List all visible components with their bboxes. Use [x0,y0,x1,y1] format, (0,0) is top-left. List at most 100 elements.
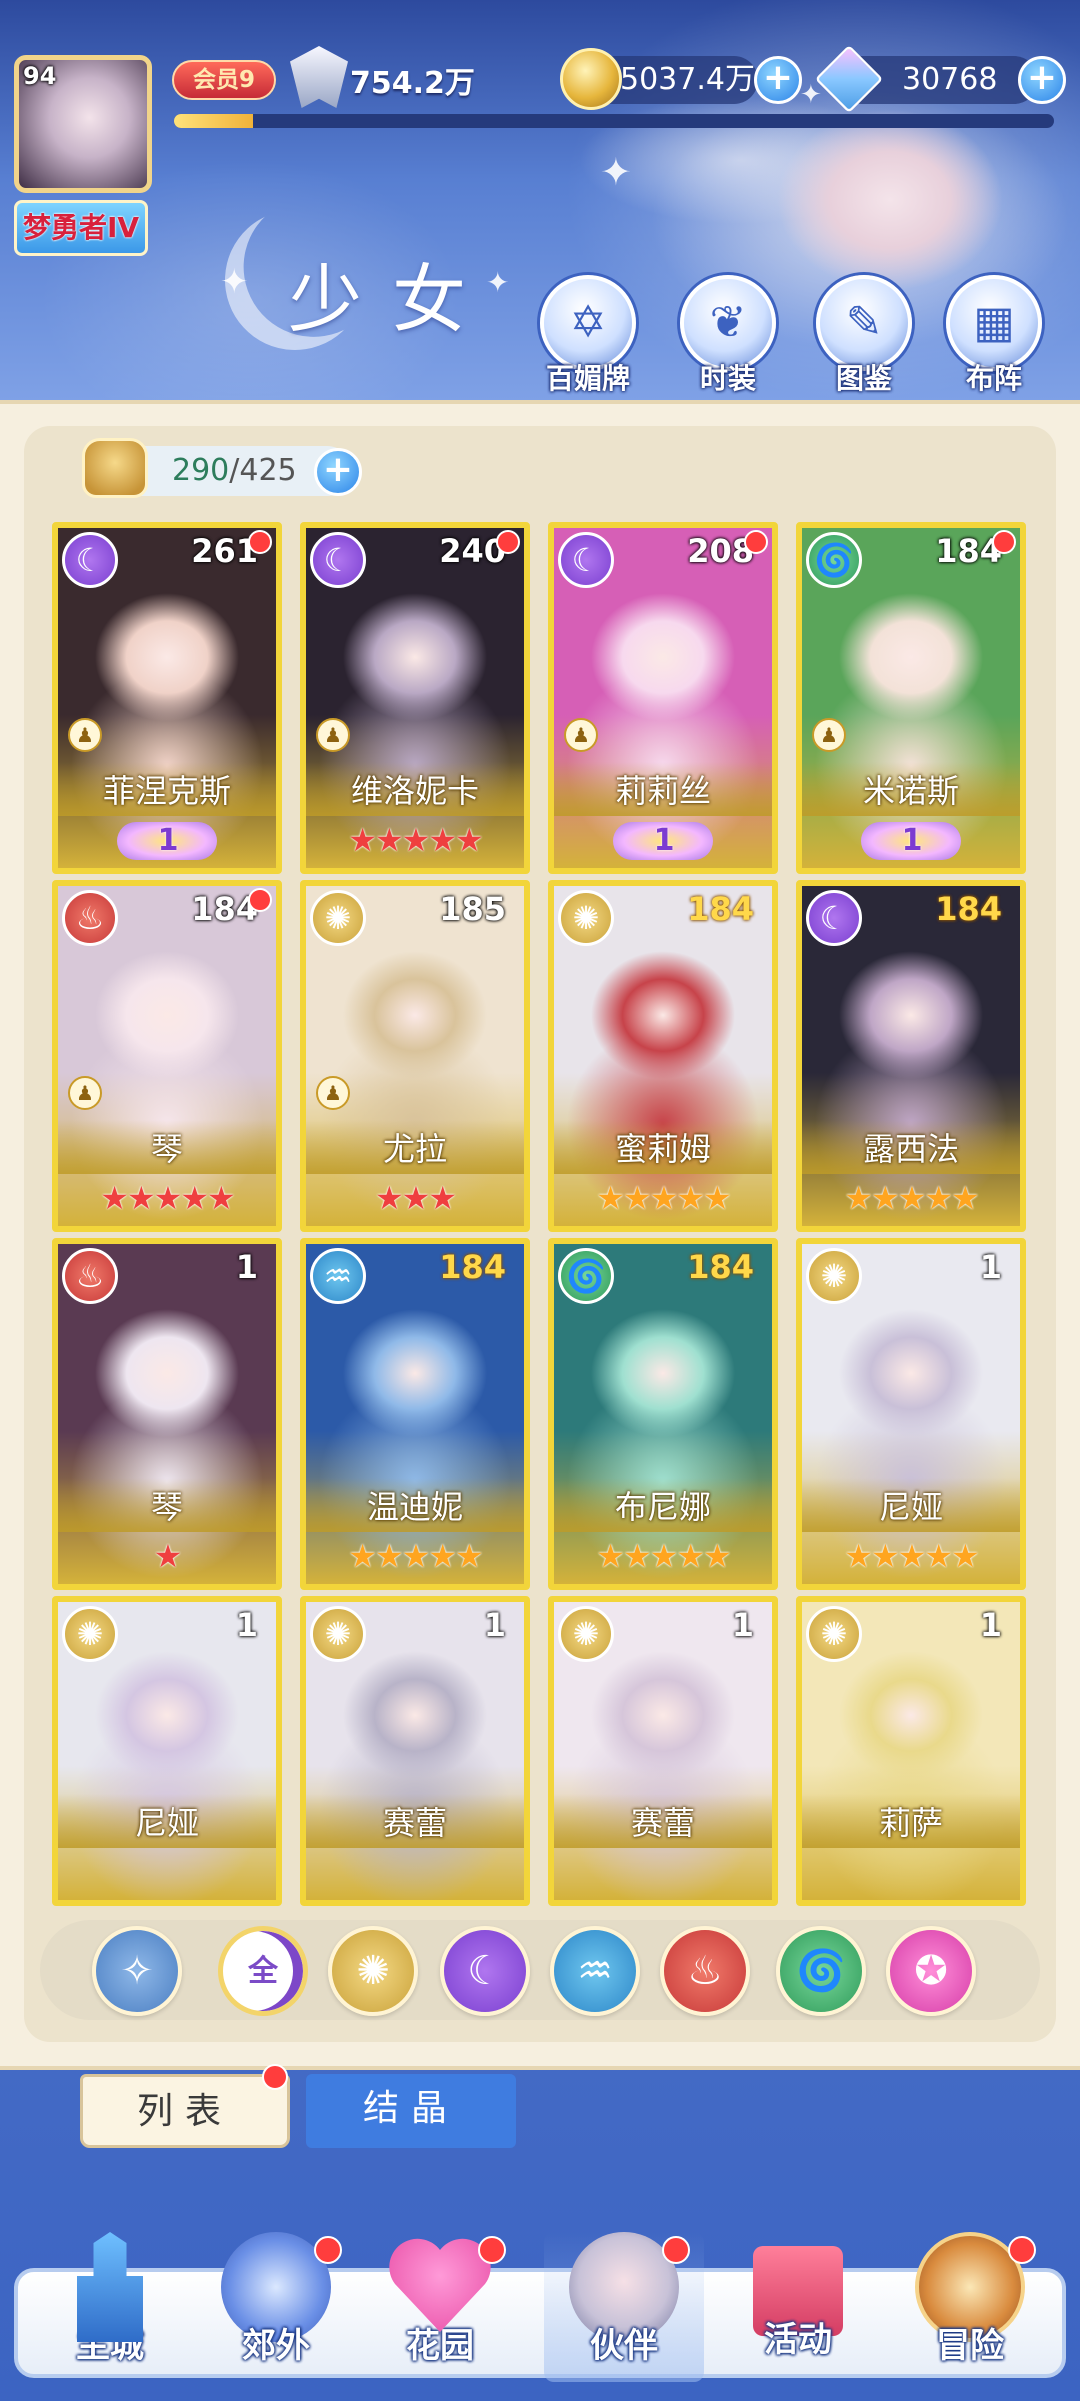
card-name: 尼娅 [134,1804,199,1842]
notification-dot [248,530,272,554]
card-name: 赛蕾 [382,1804,447,1842]
bottom-nav-heart[interactable]: 花园 [360,2232,520,2382]
card-level: 184 [439,1248,506,1286]
add-gold-button[interactable]: + [754,56,802,104]
card-name: 琴 [150,1130,183,1168]
wind-element-icon: 🌀 [558,1248,614,1304]
girl-card[interactable]: ✺ 1 赛蕾 [300,1596,530,1906]
collection-current: 290 [172,453,230,488]
header: ✦ ✦ ✦ ✦ 94 梦勇者IV 会员9 754.2万 5037.4万 + 30… [0,0,1080,400]
girl-card[interactable]: ✺ 1 尼娅 [52,1596,282,1906]
expand-collection-button[interactable]: + [314,448,362,496]
star-rating: ★★★★★ [554,1536,772,1576]
bottom-nav-label: 活动 [764,2320,832,2360]
stars: ★★★★★ [844,1537,979,1575]
sun-element-icon: ✺ [558,890,614,946]
card-name: 尼娅 [878,1488,943,1526]
sun-element-icon: ✺ [310,1606,366,1662]
filter-wind-icon[interactable]: 🌀 [776,1926,866,2016]
moon-element-icon: ☾ [558,532,614,588]
bottom-nav-portal[interactable]: 郊外 [196,2232,356,2382]
stars: ★★★★★ [596,1179,731,1217]
gold-value: 5037.4万 [620,62,755,97]
filter-fire-icon[interactable]: ♨ [660,1926,750,2016]
girl-card[interactable]: ♨ 184 ♟ 琴 ★★★★★ [52,880,282,1232]
sparkle-icon: ✦ [220,262,249,302]
stars: ★★★★★ [348,1537,483,1575]
card-level: 184 [687,1248,754,1286]
nav-card-collection[interactable]: ✡ 百媚牌 [538,275,638,395]
card-name: 琴 [150,1488,183,1526]
card-level: 184 [935,890,1002,928]
girl-card[interactable]: 🌀 184 ♟ 米诺斯 1 [796,522,1026,874]
nav-formation[interactable]: ▦ 布阵 [944,275,1044,395]
add-gem-button[interactable]: + [1018,56,1066,104]
fire-element-icon: ♨ [62,890,118,946]
card-level: 185 [439,890,506,928]
tab-list[interactable]: 列表 [80,2074,290,2148]
card-name: 布尼娜 [614,1488,711,1526]
chess-pawn-icon: ♟ [68,1076,102,1110]
stars: ★ [153,1537,183,1575]
exp-bar-fill [174,114,254,128]
vip-badge[interactable]: 会员9 [172,60,276,100]
filter-rank-icon[interactable]: ✧ [92,1926,182,2016]
girl-card[interactable]: ✺ 1 尼娅 ★★★★★ [796,1238,1026,1590]
collection-total: 425 [239,453,297,488]
tab-crystal[interactable]: 结晶 [306,2074,516,2148]
bottom-nav-compass[interactable]: 冒险 [890,2232,1050,2382]
girl-card[interactable]: ✺ 185 ♟ 尤拉 ★★★ [300,880,530,1232]
power-value: 754.2万 [350,66,475,101]
player-avatar[interactable]: 94 [14,55,152,193]
bottom-nav-castle[interactable]: 主城 [30,2232,190,2382]
nav-label: 图鉴 [835,362,892,395]
girl-card[interactable]: ♨ 1 琴 ★ [52,1238,282,1590]
girl-card[interactable]: ✺ 1 赛蕾 [548,1596,778,1906]
filter-all-icon[interactable]: 全 [218,1926,308,2016]
girl-card[interactable]: ✺ 1 莉萨 [796,1596,1026,1906]
star-rating: 1 [802,819,1020,860]
sun-element-icon: ✺ [310,890,366,946]
card-name: 莉萨 [878,1804,943,1842]
nav-label: 时装 [699,362,756,395]
bottom-nav-girl[interactable]: 伙伴 [544,2232,704,2382]
star-rating: 1 [58,819,276,860]
card-name: 菲涅克斯 [102,772,231,810]
water-element-icon: ♒ [310,1248,366,1304]
girl-card[interactable]: ✺ 184 蜜莉姆 ★★★★★ [548,880,778,1232]
filter-water-icon[interactable]: ♒ [550,1926,640,2016]
bottom-nav-gift[interactable]: 活动 [718,2232,878,2382]
card-name: 维洛妮卡 [350,772,479,810]
card-level: 1 [235,1606,258,1644]
nav-outfit[interactable]: ❦ 时装 [678,275,778,395]
nav-label: 百媚牌 [545,362,630,395]
filter-moon-icon[interactable]: ☾ [440,1926,530,2016]
star-rating: 1 [554,819,772,860]
notification-dot [314,2236,342,2264]
stars: ★★★★★ [844,1179,979,1217]
star-rating: ★★★★★ [306,820,524,860]
stars: ★★★★★ [100,1179,235,1217]
girl-card[interactable]: ☾ 261 ♟ 菲涅克斯 1 [52,522,282,874]
bottom-nav-label: 郊外 [242,2326,310,2366]
moon-element-icon: ☾ [310,532,366,588]
star-rating: ★★★★★ [306,1536,524,1576]
wing-rank-badge: 1 [861,822,961,860]
star-rating: ★ [58,1536,276,1576]
card-name: 赛蕾 [630,1804,695,1842]
girl-card[interactable]: ♒ 184 温迪妮 ★★★★★ [300,1238,530,1590]
notification-dot [992,530,1016,554]
girl-card[interactable]: ☾ 208 ♟ 莉莉丝 1 [548,522,778,874]
card-name: 莉莉丝 [614,772,711,810]
nav-codex[interactable]: ✎ 图鉴 [814,275,914,395]
girl-card[interactable]: 🌀 184 布尼娜 ★★★★★ [548,1238,778,1590]
chess-pawn-icon: ♟ [316,1076,350,1110]
bag-icon [82,438,148,498]
girl-card[interactable]: ☾ 184 露西法 ★★★★★ [796,880,1026,1232]
filter-sun-icon[interactable]: ✺ [328,1926,418,2016]
filter-star-orb-icon[interactable]: ✪ [886,1926,976,2016]
player-title-badge[interactable]: 梦勇者IV [14,200,148,256]
girl-card[interactable]: ☾ 240 ♟ 维洛妮卡 ★★★★★ [300,522,530,874]
sparkle-icon: ✦ [600,150,632,194]
card-name: 米诺斯 [862,772,959,810]
